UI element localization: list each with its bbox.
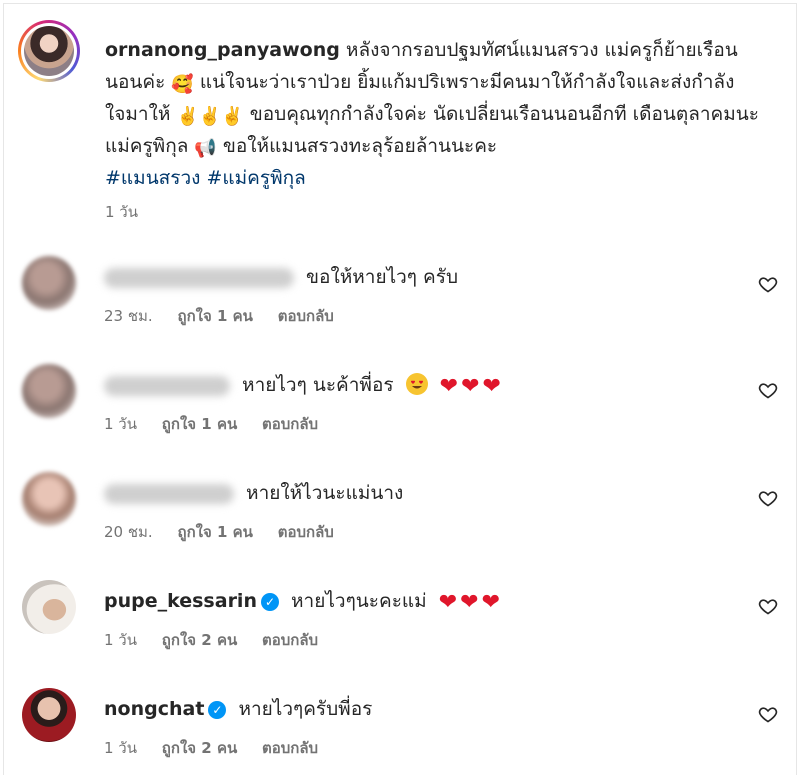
victory-hands-emoji-icon: ✌️✌️✌️ — [176, 106, 244, 127]
smiling-hearts-emoji-icon: 🥰 — [171, 74, 194, 95]
comment-item: หายไวๆ นะค้าพี่อร ❤❤❤ 1 วัน ถูกใจ 1 คน ต… — [22, 364, 782, 444]
heart-outline-icon[interactable] — [758, 380, 778, 400]
commenter-username[interactable]: nongchat — [104, 698, 204, 720]
red-hearts-emoji-icon: ❤❤❤ — [438, 590, 504, 615]
comment-time[interactable]: 20 ชม. — [104, 523, 153, 541]
verified-badge-icon: ✓ — [260, 593, 279, 611]
comment-item: ขอให้หายไวๆ ครับ 23 ชม. ถูกใจ 1 คน ตอบกล… — [22, 256, 782, 336]
hashtag-link[interactable]: #แมนสรวง — [105, 167, 200, 189]
commenter-username-blurred[interactable] — [104, 483, 234, 504]
comment-item: nongchat ✓ หายไวๆครับพี่อร 1 วัน ถูกใจ 2 … — [22, 688, 782, 768]
caption-text: ornanong_panyawong หลังจากรอบปฐมทัศน์แมน… — [105, 39, 759, 189]
commenter-username-blurred[interactable] — [104, 375, 230, 396]
heart-outline-icon[interactable] — [758, 488, 778, 508]
reply-button[interactable]: ตอบกลับ — [262, 739, 318, 757]
reply-button[interactable]: ตอบกลับ — [262, 631, 318, 649]
heart-eyes-emoji-icon — [405, 373, 428, 395]
hashtag-link[interactable]: #แม่ครูพิกุล — [206, 167, 305, 189]
commenter-username[interactable]: pupe_kessarin — [104, 590, 257, 612]
comment-text: ขอให้หายไวๆ ครับ — [306, 266, 459, 288]
comment-text: หายไวๆครับพี่อร — [238, 698, 373, 720]
heart-outline-icon[interactable] — [758, 274, 778, 294]
comment-item: หายให้ไวนะแม่นาง 20 ชม. ถูกใจ 1 คน ตอบกล… — [22, 472, 782, 552]
commenter-avatar[interactable] — [22, 472, 76, 526]
commenter-avatar[interactable] — [22, 580, 76, 634]
comment-time[interactable]: 1 วัน — [104, 415, 137, 433]
comment-likes[interactable]: ถูกใจ 2 คน — [162, 739, 237, 757]
reply-button[interactable]: ตอบกลับ — [278, 523, 334, 541]
comment-text: หายไวๆ นะค้าพี่อร — [242, 374, 394, 396]
heart-outline-icon[interactable] — [758, 704, 778, 724]
comment-text: หายไวๆนะคะแม่ — [291, 590, 427, 612]
post-author-avatar[interactable] — [18, 20, 80, 82]
comment-time[interactable]: 1 วัน — [104, 739, 137, 757]
comment-time[interactable]: 1 วัน — [104, 631, 137, 649]
commenter-avatar[interactable] — [22, 256, 76, 310]
reply-button[interactable]: ตอบกลับ — [262, 415, 318, 433]
comment-likes[interactable]: ถูกใจ 1 คน — [177, 307, 252, 325]
post-author-username[interactable]: ornanong_panyawong — [105, 39, 340, 61]
comment-likes[interactable]: ถูกใจ 2 คน — [162, 631, 237, 649]
verified-badge-icon: ✓ — [208, 701, 227, 719]
post-timestamp[interactable]: 1 วัน — [105, 200, 138, 224]
comment-item: pupe_kessarin ✓ หายไวๆนะคะแม่ ❤❤❤ 1 วัน ถ… — [22, 580, 782, 660]
red-hearts-emoji-icon: ❤❤❤ — [439, 374, 504, 399]
commenter-avatar[interactable] — [22, 688, 76, 742]
comment-text: หายให้ไวนะแม่นาง — [246, 482, 404, 504]
comment-likes[interactable]: ถูกใจ 1 คน — [177, 523, 252, 541]
commenter-avatar[interactable] — [22, 364, 76, 418]
commenter-username-blurred[interactable] — [104, 267, 294, 288]
comment-time[interactable]: 23 ชม. — [104, 307, 153, 325]
megaphone-emoji-icon: 📢 — [194, 138, 217, 159]
reply-button[interactable]: ตอบกลับ — [278, 307, 334, 325]
heart-outline-icon[interactable] — [758, 596, 778, 616]
comment-likes[interactable]: ถูกใจ 1 คน — [162, 415, 237, 433]
